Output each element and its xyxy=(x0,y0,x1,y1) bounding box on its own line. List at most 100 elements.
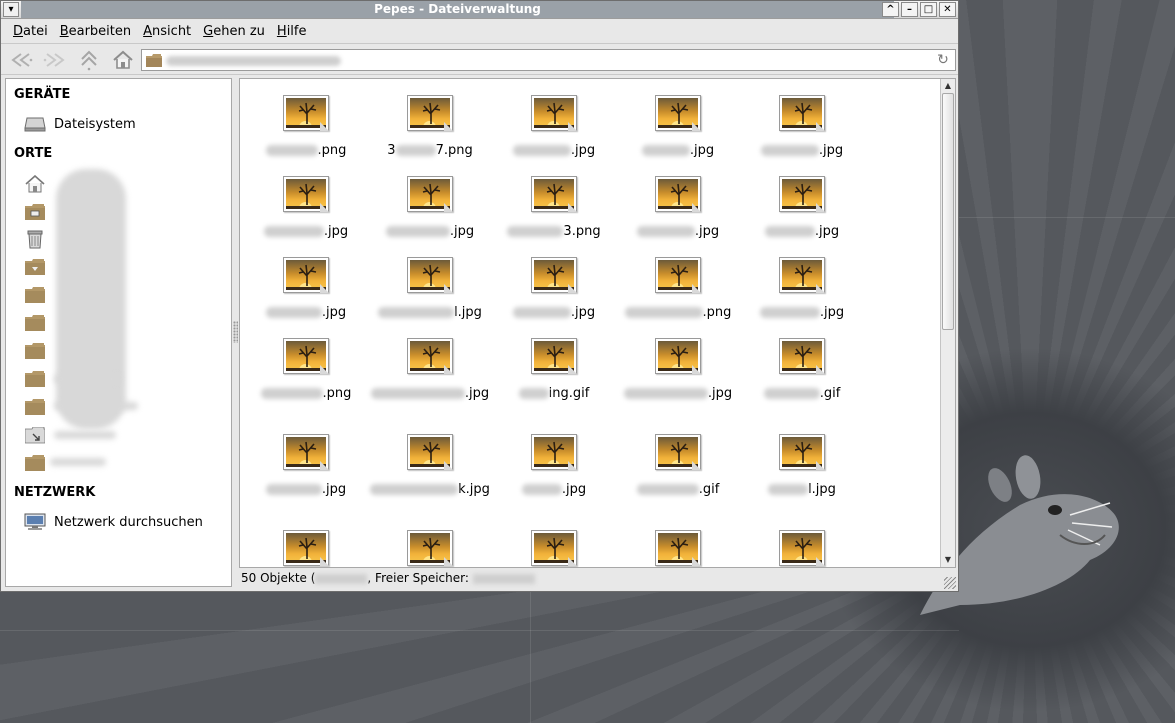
sidebar-item-folder[interactable] xyxy=(24,312,46,334)
file-name: .jpg xyxy=(742,305,862,320)
file-item[interactable]: ing.gif xyxy=(494,338,614,401)
file-item[interactable] xyxy=(370,530,490,566)
file-name: k.jpg xyxy=(370,482,490,497)
file-item[interactable]: .jpg xyxy=(742,95,862,158)
file-item[interactable]: .jpg xyxy=(742,176,862,239)
file-name-suffix: .jpg xyxy=(321,305,347,320)
location-bar[interactable]: ↻ xyxy=(141,49,956,71)
file-name-suffix: .jpg xyxy=(570,143,596,158)
minimize-button[interactable]: – xyxy=(901,2,918,17)
download-folder-icon xyxy=(24,257,46,277)
menu-bearbeiten[interactable]: Bearbeiten xyxy=(60,24,131,39)
file-item[interactable]: .jpg xyxy=(246,257,366,320)
menu-gehen-zu[interactable]: Gehen zu xyxy=(203,24,265,39)
vertical-scrollbar[interactable]: ▲ ▼ xyxy=(940,79,955,567)
sidebar: GERÄTE Dateisystem ORTE NETZWERK Netzwer… xyxy=(5,78,232,587)
file-name: .jpg xyxy=(742,143,862,158)
sidebar-item-folder[interactable] xyxy=(24,368,46,390)
sidebar-item-network[interactable]: Netzwerk durchsuchen xyxy=(24,511,203,533)
file-item[interactable]: .jpg xyxy=(618,338,738,401)
file-item[interactable]: .jpg xyxy=(370,176,490,239)
reload-icon[interactable]: ↻ xyxy=(935,52,951,68)
file-item[interactable]: 3 7.png xyxy=(370,95,490,158)
file-item[interactable]: .png xyxy=(618,257,738,320)
back-button[interactable] xyxy=(7,49,35,71)
status-bar: 50 Objekte (, Freier Speicher: xyxy=(239,569,956,587)
sidebar-item-home[interactable] xyxy=(24,173,46,195)
menu-hilfe[interactable]: Hilfe xyxy=(277,24,307,39)
sidebar-item-downloads[interactable] xyxy=(24,256,46,278)
file-name-suffix: .jpg xyxy=(449,224,475,239)
window-menu-button[interactable]: ▾ xyxy=(3,2,19,17)
sidebar-item-folder[interactable] xyxy=(24,396,46,418)
file-item[interactable] xyxy=(494,530,614,566)
sidebar-item-label: Dateisystem xyxy=(54,116,136,132)
file-item[interactable]: k.jpg xyxy=(370,434,490,497)
image-file-icon xyxy=(655,434,701,470)
section-title-devices: GERÄTE xyxy=(14,87,71,102)
sidebar-item-folder[interactable] xyxy=(24,340,46,362)
redacted-file-name xyxy=(265,307,322,318)
sidebar-item-trash[interactable] xyxy=(24,228,46,250)
sidebar-item-folder[interactable] xyxy=(24,284,46,306)
home-button[interactable] xyxy=(109,49,137,71)
status-object-count: 50 Objekte ( xyxy=(241,571,316,585)
file-item[interactable]: .png xyxy=(246,338,366,401)
file-item[interactable]: .jpg xyxy=(742,257,862,320)
scrollbar-thumb[interactable] xyxy=(942,93,954,330)
file-name: .gif xyxy=(618,482,738,497)
close-button[interactable]: ✕ xyxy=(939,2,956,17)
file-name: l.jpg xyxy=(742,482,862,497)
image-file-icon xyxy=(531,176,577,212)
file-name: .jpg xyxy=(494,482,614,497)
sidebar-item-dateisystem[interactable]: Dateisystem xyxy=(24,113,136,135)
file-name: l.jpg xyxy=(370,305,490,320)
scroll-down-arrow-icon[interactable]: ▼ xyxy=(941,553,955,567)
file-item[interactable]: .gif xyxy=(618,434,738,497)
resize-grip[interactable] xyxy=(944,577,956,589)
file-item[interactable]: 3.png xyxy=(494,176,614,239)
image-file-icon xyxy=(407,95,453,131)
file-item[interactable]: .jpg xyxy=(494,257,614,320)
forward-button[interactable] xyxy=(41,49,69,71)
redacted-file-name xyxy=(263,226,324,237)
image-file-icon xyxy=(407,257,453,293)
file-item[interactable]: .jpg xyxy=(370,338,490,401)
file-name: .jpg xyxy=(246,224,366,239)
file-item[interactable]: .png xyxy=(246,95,366,158)
file-item[interactable]: .gif xyxy=(742,338,862,401)
file-item[interactable] xyxy=(246,530,366,566)
up-button[interactable] xyxy=(75,49,103,71)
file-item[interactable] xyxy=(618,530,738,566)
file-item[interactable]: .jpg xyxy=(246,176,366,239)
menu-ansicht[interactable]: Ansicht xyxy=(143,24,191,39)
redacted-file-name xyxy=(636,484,699,495)
file-item[interactable]: .jpg xyxy=(246,434,366,497)
sidebar-item-link-folder[interactable] xyxy=(24,425,46,447)
file-item[interactable]: .jpg xyxy=(618,176,738,239)
sidebar-item-folder[interactable] xyxy=(24,452,46,474)
maximize-button[interactable]: □ xyxy=(920,2,937,17)
network-icon xyxy=(24,512,46,532)
file-item[interactable]: l.jpg xyxy=(742,434,862,497)
file-name: .jpg xyxy=(618,224,738,239)
file-item[interactable]: .jpg xyxy=(494,95,614,158)
pane-resize-handle[interactable] xyxy=(233,321,238,343)
menubar: Datei Bearbeiten Ansicht Gehen zu Hilfe xyxy=(1,20,958,42)
menu-datei[interactable]: Datei xyxy=(13,24,48,39)
shade-button[interactable]: ^ xyxy=(882,2,899,17)
file-item[interactable] xyxy=(742,530,862,566)
sidebar-item-desktop[interactable] xyxy=(24,201,46,223)
file-name: .gif xyxy=(742,386,862,401)
file-item[interactable]: .jpg xyxy=(618,95,738,158)
file-item[interactable]: .jpg xyxy=(494,434,614,497)
scroll-up-arrow-icon[interactable]: ▲ xyxy=(941,79,955,93)
file-name: 3 7.png xyxy=(370,143,490,158)
file-item[interactable]: l.jpg xyxy=(370,257,490,320)
file-name-suffix: l.jpg xyxy=(808,482,836,497)
sidebar-item-label: Netzwerk durchsuchen xyxy=(54,514,203,530)
redacted-free-space xyxy=(472,573,535,584)
file-name: .jpg xyxy=(618,386,738,401)
file-name: 3.png xyxy=(494,224,614,239)
titlebar[interactable]: ▾ Pepes - Dateiverwaltung ^ – □ ✕ xyxy=(1,1,958,19)
